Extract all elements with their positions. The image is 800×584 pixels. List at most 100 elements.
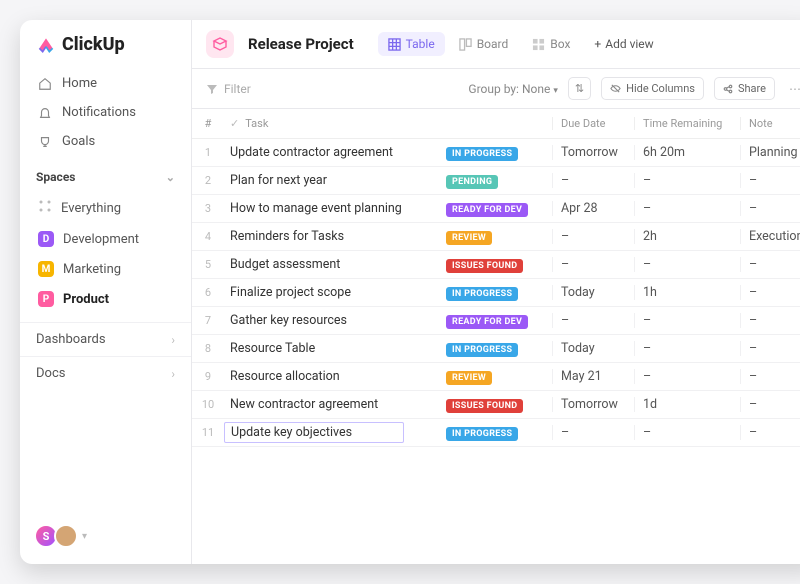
avatar-group[interactable]: S ▾ — [20, 524, 191, 554]
time-remaining[interactable]: – — [634, 425, 740, 440]
table-row[interactable]: 7Gather key resourcesREADY FOR DEV––– — [192, 307, 800, 335]
due-date[interactable]: Tomorrow — [552, 397, 634, 412]
row-number: 6 — [192, 286, 224, 299]
note[interactable]: – — [740, 313, 800, 328]
status-badge[interactable]: ISSUES FOUND — [446, 259, 523, 273]
note[interactable]: – — [740, 397, 800, 412]
sidebar-item-everything[interactable]: Everything — [28, 192, 183, 224]
nav-goals[interactable]: Goals — [28, 127, 183, 156]
nav-notifications[interactable]: Notifications — [28, 98, 183, 127]
table-row[interactable]: 2Plan for next yearPENDING––– — [192, 167, 800, 195]
brand-logo[interactable]: ClickUp — [20, 34, 191, 69]
filter-icon — [206, 83, 218, 95]
spaces-header[interactable]: Spaces ⌄ — [20, 156, 191, 192]
task-title: Resource allocation — [230, 369, 340, 384]
nav-home[interactable]: Home — [28, 69, 183, 98]
time-remaining[interactable]: – — [634, 341, 740, 356]
note[interactable]: – — [740, 257, 800, 272]
more-menu-button[interactable]: ⋯ — [785, 82, 800, 96]
status-badge[interactable]: IN PROGRESS — [446, 147, 518, 161]
due-date[interactable]: – — [552, 173, 634, 188]
time-remaining[interactable]: 1h — [634, 285, 740, 300]
table-row[interactable]: 11Update key objectivesIN PROGRESS––– — [192, 419, 800, 447]
note[interactable]: Planning — [740, 145, 800, 160]
table-row[interactable]: 10New contractor agreementISSUES FOUNDTo… — [192, 391, 800, 419]
group-by-button[interactable]: Group by: None ▾ — [468, 82, 557, 96]
col-time[interactable]: Time Remaining — [634, 117, 740, 130]
bell-icon — [38, 106, 52, 120]
project-title[interactable]: Release Project — [248, 35, 354, 53]
sort-button[interactable]: ⇅ — [568, 77, 591, 100]
docs-section[interactable]: Docs › — [20, 356, 191, 390]
time-remaining[interactable]: – — [634, 369, 740, 384]
note[interactable]: – — [740, 341, 800, 356]
status-badge[interactable]: REVIEW — [446, 371, 492, 385]
status-badge[interactable]: IN PROGRESS — [446, 343, 518, 357]
table-row[interactable]: 4Reminders for TasksREVIEW–2hExecution — [192, 223, 800, 251]
time-remaining[interactable]: – — [634, 313, 740, 328]
view-board[interactable]: Board — [449, 32, 519, 56]
table-row[interactable]: 3How to manage event planningREADY FOR D… — [192, 195, 800, 223]
space-label: Marketing — [63, 262, 121, 277]
share-button[interactable]: Share — [714, 77, 775, 100]
note[interactable]: – — [740, 369, 800, 384]
due-date[interactable]: Tomorrow — [552, 145, 634, 160]
sidebar-item-marketing[interactable]: MMarketing — [28, 254, 183, 284]
table-row[interactable]: 6Finalize project scopeIN PROGRESSToday1… — [192, 279, 800, 307]
note[interactable]: – — [740, 173, 800, 188]
task-title-input[interactable]: Update key objectives — [224, 422, 404, 443]
time-remaining[interactable]: – — [634, 173, 740, 188]
view-box[interactable]: Box — [522, 32, 580, 56]
sidebar-item-product[interactable]: PProduct — [28, 284, 183, 314]
avatar[interactable] — [54, 524, 78, 548]
chevron-down-icon: ⌄ — [166, 171, 175, 184]
filter-button[interactable]: Filter — [206, 82, 251, 96]
add-view-button[interactable]: +Add view — [584, 32, 663, 56]
col-note[interactable]: Note — [740, 117, 800, 130]
check-icon: ✓ — [230, 117, 239, 130]
view-table[interactable]: Table — [378, 32, 445, 56]
primary-nav: Home Notifications Goals — [20, 69, 191, 156]
status-badge[interactable]: REVIEW — [446, 231, 492, 245]
task-title: Resource Table — [230, 341, 315, 356]
due-date[interactable]: – — [552, 229, 634, 244]
status-badge[interactable]: IN PROGRESS — [446, 427, 518, 441]
due-date[interactable]: Today — [552, 341, 634, 356]
note[interactable]: – — [740, 425, 800, 440]
space-label: Product — [63, 292, 109, 307]
status-badge[interactable]: PENDING — [446, 175, 498, 189]
note[interactable]: – — [740, 285, 800, 300]
col-task[interactable]: ✓Task — [224, 117, 446, 130]
time-remaining[interactable]: 1d — [634, 397, 740, 412]
status-badge[interactable]: ISSUES FOUND — [446, 399, 523, 413]
status-badge[interactable]: READY FOR DEV — [446, 315, 528, 329]
col-num[interactable]: # — [192, 117, 224, 130]
status-badge[interactable]: IN PROGRESS — [446, 287, 518, 301]
time-remaining[interactable]: 2h — [634, 229, 740, 244]
note[interactable]: – — [740, 201, 800, 216]
table-header: # ✓Task Due Date Time Remaining Note — [192, 109, 800, 139]
due-date[interactable]: Apr 28 — [552, 201, 634, 216]
col-due[interactable]: Due Date — [552, 117, 634, 130]
time-remaining[interactable]: – — [634, 201, 740, 216]
table-row[interactable]: 8Resource TableIN PROGRESSToday–– — [192, 335, 800, 363]
sidebar-item-development[interactable]: DDevelopment — [28, 224, 183, 254]
note[interactable]: Execution — [740, 229, 800, 244]
table-row[interactable]: 1Update contractor agreementIN PROGRESST… — [192, 139, 800, 167]
view-box-label: Box — [550, 37, 570, 51]
status-badge[interactable]: READY FOR DEV — [446, 203, 528, 217]
project-icon[interactable] — [206, 30, 234, 58]
due-date[interactable]: – — [552, 313, 634, 328]
hide-columns-button[interactable]: Hide Columns — [601, 77, 704, 100]
task-title: Budget assessment — [230, 257, 340, 272]
table-row[interactable]: 9Resource allocationREVIEWMay 21–– — [192, 363, 800, 391]
due-date[interactable]: Today — [552, 285, 634, 300]
due-date[interactable]: – — [552, 425, 634, 440]
due-date[interactable]: – — [552, 257, 634, 272]
dashboards-section[interactable]: Dashboards › — [20, 322, 191, 356]
table-row[interactable]: 5Budget assessmentISSUES FOUND––– — [192, 251, 800, 279]
time-remaining[interactable]: 6h 20m — [634, 145, 740, 160]
due-date[interactable]: May 21 — [552, 369, 634, 384]
toolbar: Filter Group by: None ▾ ⇅ Hide Columns S… — [192, 69, 800, 109]
time-remaining[interactable]: – — [634, 257, 740, 272]
